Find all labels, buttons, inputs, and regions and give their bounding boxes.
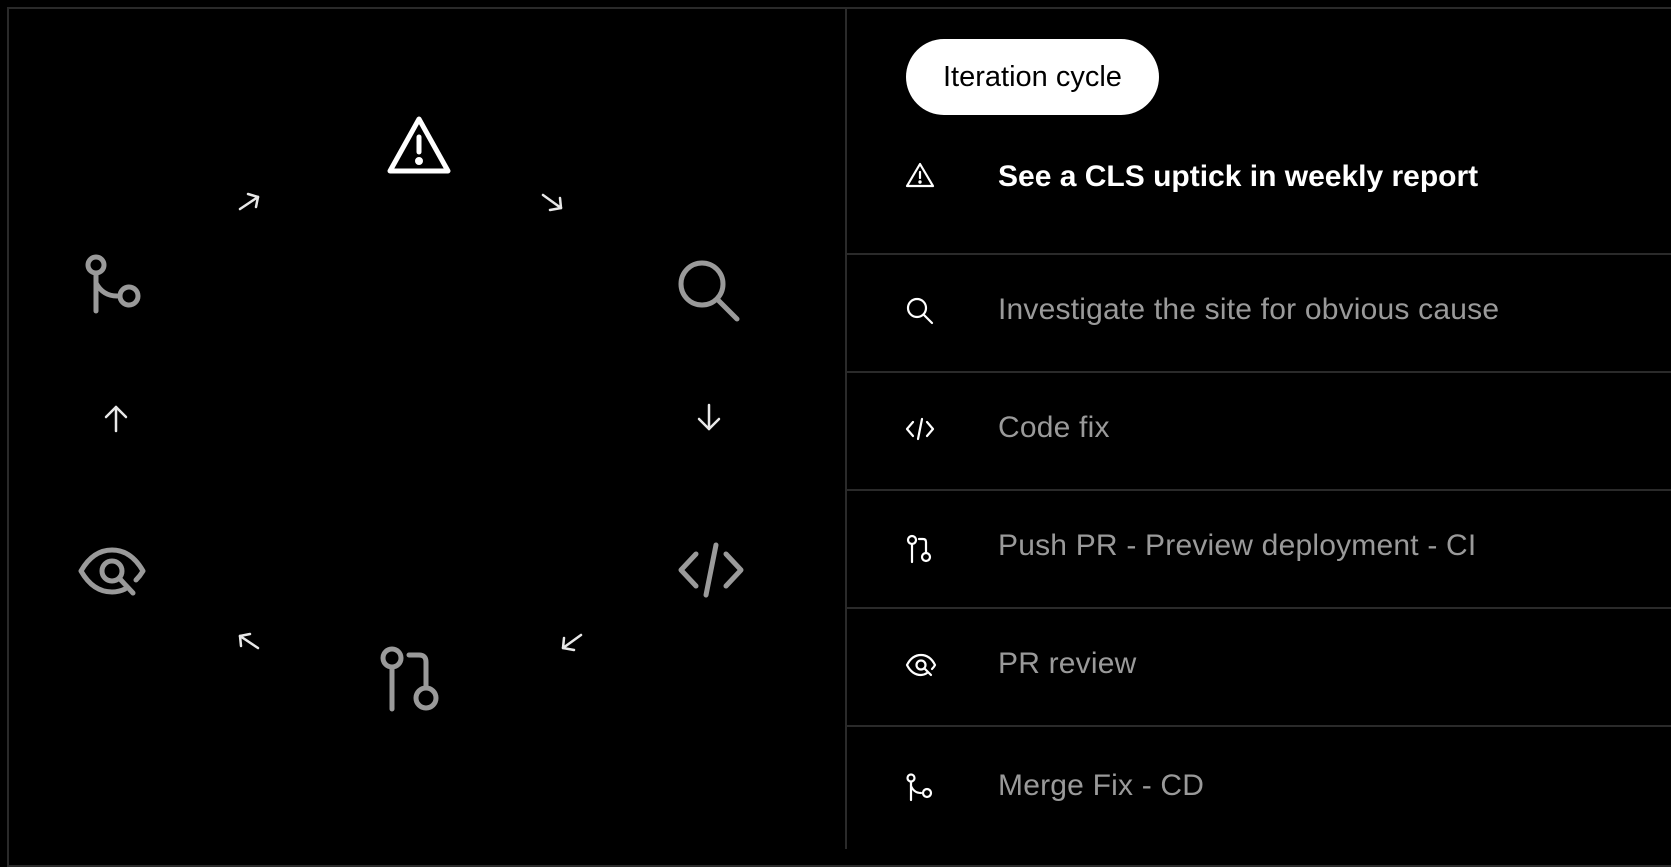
merge-icon bbox=[905, 773, 935, 803]
pull-request-icon bbox=[905, 534, 935, 564]
arrow-down-left-icon bbox=[557, 627, 587, 657]
step-row-4[interactable]: Push PR - Preview deployment - CI bbox=[847, 489, 1671, 607]
step-row-2[interactable]: Investigate the site for obvious cause bbox=[847, 253, 1671, 371]
arrow-up-icon bbox=[101, 401, 131, 435]
search-icon bbox=[905, 296, 935, 326]
step-row-6[interactable]: Merge Fix - CD bbox=[847, 725, 1671, 851]
review-eye-icon bbox=[905, 652, 937, 682]
review-eye-icon bbox=[77, 543, 147, 599]
step-row-3[interactable]: Code fix bbox=[847, 371, 1671, 489]
arrow-down-icon bbox=[694, 401, 724, 435]
step-label: See a CLS uptick in weekly report bbox=[998, 160, 1479, 193]
step-label: Push PR - Preview deployment - CI bbox=[998, 529, 1477, 562]
merge-icon bbox=[83, 254, 145, 316]
arrow-up-left-icon bbox=[234, 627, 264, 657]
step-label: Code fix bbox=[998, 411, 1110, 444]
search-icon bbox=[677, 259, 741, 323]
step-label: PR review bbox=[998, 647, 1137, 680]
code-icon bbox=[678, 542, 744, 598]
warning-icon bbox=[905, 161, 935, 191]
arrow-down-right-icon bbox=[537, 187, 567, 217]
step-label: Merge Fix - CD bbox=[998, 769, 1205, 802]
arrow-up-right-icon bbox=[234, 187, 264, 217]
steps-panel: Iteration cycle See a CLS uptick in week… bbox=[847, 9, 1671, 849]
cycle-diagram bbox=[9, 9, 847, 849]
step-row-5[interactable]: PR review bbox=[847, 607, 1671, 725]
warning-icon bbox=[386, 114, 452, 176]
step-label: Investigate the site for obvious cause bbox=[998, 293, 1500, 326]
step-row-1[interactable]: See a CLS uptick in weekly report bbox=[847, 139, 1671, 253]
pull-request-icon bbox=[379, 646, 439, 712]
iteration-cycle-badge: Iteration cycle bbox=[906, 39, 1159, 115]
code-icon bbox=[905, 417, 935, 447]
